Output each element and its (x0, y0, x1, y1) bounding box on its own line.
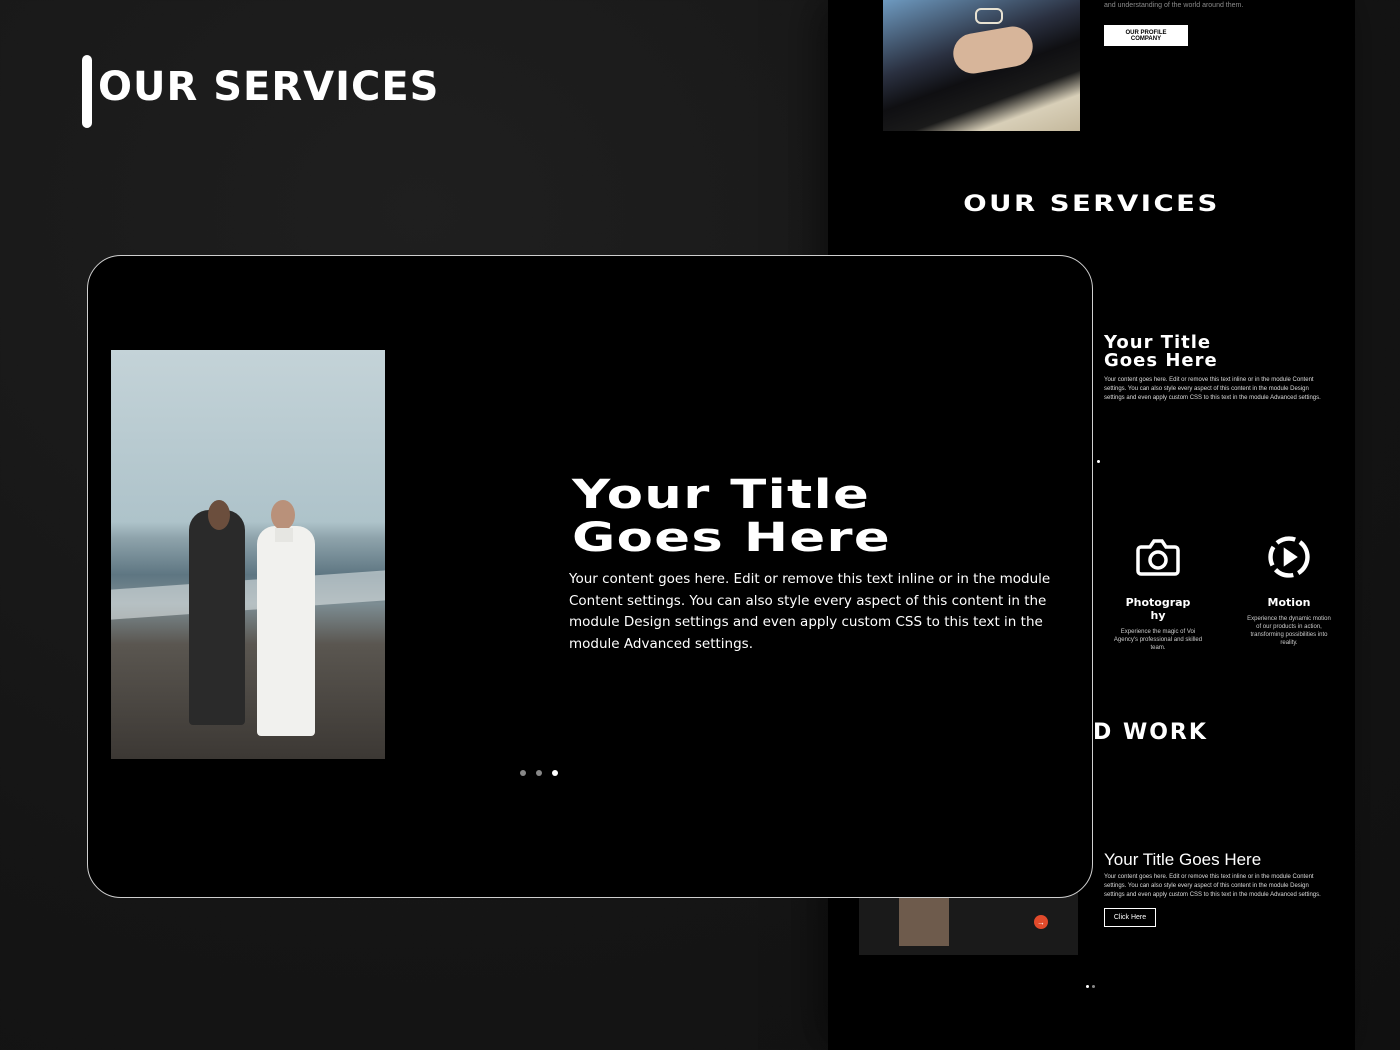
hero-image (883, 0, 1080, 131)
work-item-title: Your Title Goes Here (1104, 850, 1262, 869)
slider-dot[interactable] (536, 770, 542, 776)
service-name: Photograp hy (1125, 596, 1191, 622)
arrow-right-icon[interactable]: → (1034, 915, 1048, 929)
slider-pagination (520, 770, 558, 776)
camera-icon (1136, 539, 1180, 576)
slider-dot[interactable] (1092, 985, 1095, 988)
service-description: Experience the magic of Voi Agency's pro… (1113, 629, 1203, 651)
page-title: OUR SERVICES (98, 64, 440, 110)
work-item-description: Your content goes here. Edit or remove t… (1104, 874, 1321, 898)
slider-dot[interactable] (1097, 460, 1100, 463)
service-name: Motion (1267, 596, 1311, 609)
service-card: Your Title Goes Here Your content goes h… (87, 255, 1093, 898)
card-title: Your Title Goes Here (572, 472, 891, 561)
site-card-description: Your content goes here. Edit or remove t… (1104, 377, 1321, 401)
card-description: Your content goes here. Edit or remove t… (569, 571, 1051, 652)
play-icon (1268, 536, 1310, 578)
slider-dot[interactable] (520, 770, 526, 776)
hero-tagline: and understanding of the world around th… (1104, 2, 1244, 9)
slider-dot[interactable] (1086, 985, 1089, 988)
site-card-title: Your Title Goes Here (1104, 332, 1218, 371)
service-photography[interactable]: Photograp hy Experience the magic of Voi… (1113, 535, 1203, 652)
services-heading: OUR SERVICES (963, 192, 1220, 217)
service-motion[interactable]: Motion Experience the dynamic motion of … (1244, 535, 1334, 647)
service-description: Experience the dynamic motion of our pro… (1247, 616, 1331, 646)
header-accent-bar (82, 55, 92, 128)
click-here-button[interactable]: Click Here (1104, 908, 1156, 927)
fashion-photo (111, 350, 385, 759)
slider-dot-active[interactable] (552, 770, 558, 776)
profile-company-button[interactable]: OUR PROFILE COMPANY (1104, 25, 1188, 46)
featured-work-heading: ED WORK (1076, 720, 1208, 745)
